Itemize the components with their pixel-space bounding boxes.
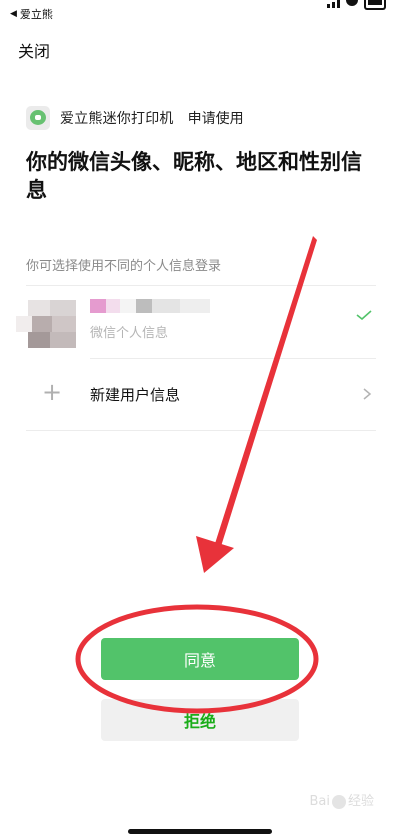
back-to-app-button[interactable]: ◀ 爱立熊 (10, 6, 53, 22)
chat-bubble-icon (26, 106, 50, 130)
signal-icon (327, 0, 340, 8)
new-user-info-row[interactable]: + 新建用户信息 (0, 358, 404, 430)
reject-button[interactable]: 拒绝 (101, 699, 299, 741)
page-title: 你的微信头像、昵称、地区和性别信息 (26, 150, 362, 202)
nickname-blurred (90, 299, 210, 313)
battery-icon (364, 0, 386, 10)
app-name: 爱立熊迷你打印机 (60, 111, 174, 127)
plus-icon: + (42, 378, 63, 406)
annotation-arrowhead (196, 536, 234, 573)
status-bar: ◀ 爱立熊 (0, 0, 404, 26)
new-user-info-label: 新建用户信息 (90, 386, 181, 404)
wifi-icon (346, 0, 358, 8)
back-arrow-icon: ◀ (10, 9, 17, 19)
watermark-text-2: 经验 (347, 794, 374, 809)
close-button[interactable]: 关闭 (18, 38, 50, 62)
home-indicator (128, 829, 272, 834)
avatar (16, 300, 76, 348)
agree-button[interactable]: 同意 (101, 638, 299, 680)
watermark-text: Bai (309, 794, 330, 809)
app-info: 爱立熊迷你打印机 申请使用 (26, 106, 244, 130)
request-label: 申请使用 (187, 111, 244, 127)
paw-logo-icon (331, 794, 346, 809)
checkmark-icon (356, 310, 372, 320)
chevron-right-icon (363, 388, 372, 400)
hint-text: 你可选择使用不同的个人信息登录 (26, 259, 222, 274)
divider (26, 430, 376, 431)
status-icons (327, 0, 386, 10)
back-app-label: 爱立熊 (19, 8, 53, 21)
watermark: Bai 经验 (309, 790, 374, 809)
profile-subtitle: 微信个人信息 (90, 326, 169, 341)
profile-option-row[interactable]: 微信个人信息 (0, 286, 404, 358)
